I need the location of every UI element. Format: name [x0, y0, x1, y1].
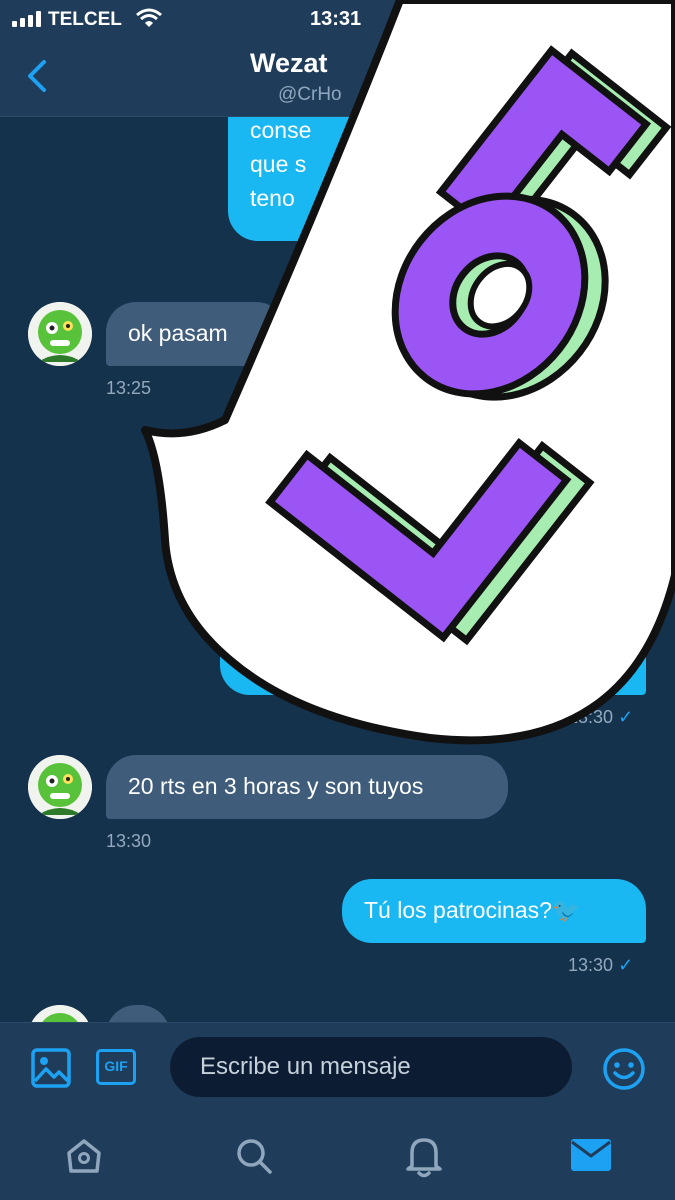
- avatar[interactable]: [28, 1005, 92, 1022]
- bell-icon[interactable]: [404, 1134, 444, 1178]
- message-text: teno: [250, 185, 295, 211]
- message-list: conse que s teno ok pasam 13:25 0? 13:30…: [0, 117, 675, 1022]
- message-bubble-incoming[interactable]: ok pasam: [106, 302, 286, 366]
- message-bubble-outgoing[interactable]: 0?: [220, 577, 646, 695]
- conversation-handle: @CrHo: [278, 84, 342, 105]
- message-bubble-incoming[interactable]: [106, 1005, 170, 1022]
- message-timestamp: 13:30: [106, 831, 152, 851]
- message-text: que s: [250, 151, 307, 177]
- message-input[interactable]: [170, 1037, 572, 1097]
- message-text: 0?: [596, 651, 622, 677]
- bird-emoji-icon: 🐦: [551, 897, 581, 923]
- search-icon[interactable]: [234, 1136, 274, 1176]
- image-icon[interactable]: [30, 1047, 72, 1089]
- conversation-header: Wezat @CrHo: [0, 38, 675, 117]
- back-arrow-icon[interactable]: [20, 54, 54, 98]
- carrier-name: TELCEL: [48, 9, 122, 30]
- message-composer: GIF: [0, 1022, 675, 1113]
- home-icon[interactable]: [64, 1136, 104, 1176]
- signal-icon: [12, 11, 44, 27]
- message-timestamp: 13:25: [106, 378, 152, 398]
- message-timestamp: 13:30 ✓: [568, 955, 633, 976]
- message-text: Tú los patrocinas?: [364, 897, 552, 923]
- mail-icon[interactable]: [570, 1138, 612, 1172]
- timestamp-text: 13:30: [568, 707, 614, 727]
- read-check-icon: ✓: [618, 707, 634, 727]
- message-text: ok pasam: [128, 320, 228, 346]
- avatar[interactable]: [28, 302, 92, 366]
- avatar[interactable]: [28, 755, 92, 819]
- read-check-icon: ✓: [618, 955, 634, 975]
- status-time: 13:31: [310, 8, 362, 30]
- message-bubble-outgoing[interactable]: conse que s teno: [228, 117, 368, 241]
- message-text: conse: [250, 117, 312, 143]
- conversation-title[interactable]: Wezat: [250, 48, 328, 79]
- timestamp-text: 13:30: [568, 955, 614, 975]
- emoji-icon[interactable]: [602, 1047, 646, 1091]
- gif-icon[interactable]: GIF: [96, 1049, 136, 1085]
- message-bubble-incoming[interactable]: 20 rts en 3 horas y son tuyos: [106, 755, 508, 819]
- gif-label: GIF: [104, 1058, 128, 1074]
- status-bar: TELCEL 13:31: [0, 0, 675, 38]
- message-timestamp: 13:30 ✓: [568, 707, 633, 728]
- message-text: 20 rts en 3 horas y son tuyos: [128, 773, 424, 799]
- wifi-icon: [136, 8, 162, 27]
- bottom-tab-bar: [0, 1112, 675, 1200]
- message-bubble-outgoing[interactable]: Tú los patrocinas?🐦: [342, 879, 646, 943]
